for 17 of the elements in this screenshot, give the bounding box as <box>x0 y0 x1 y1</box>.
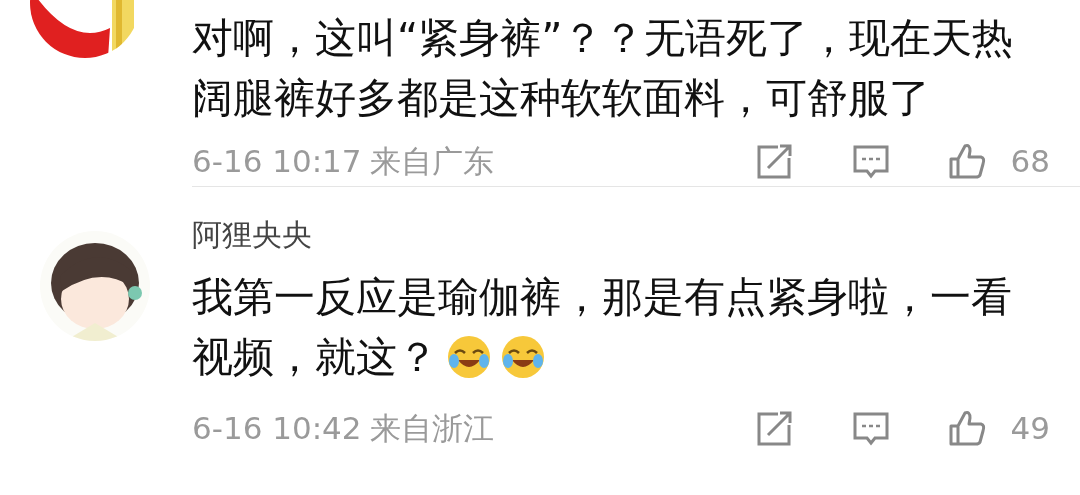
thumbs-up-icon[interactable] <box>948 409 986 447</box>
share-icon[interactable] <box>756 142 794 180</box>
laughing-emoji-icon <box>500 334 546 380</box>
comment-date: 6-16 10:17 <box>192 141 362 181</box>
like-count: 68 <box>1009 141 1050 181</box>
laughing-emoji-icon <box>446 334 492 380</box>
comment-text-line: 视频，就这？ <box>192 332 438 383</box>
share-icon[interactable] <box>756 409 794 447</box>
comment-date: 6-16 10:42 <box>192 408 362 448</box>
comment-location: 来自浙江 <box>369 408 494 448</box>
comment-location: 来自广东 <box>369 141 494 181</box>
comment-text-line: 阔腿裤好多都是这种软软面料，可舒服了 <box>192 73 930 124</box>
thumbs-up-icon[interactable] <box>948 142 986 180</box>
like-count: 49 <box>1009 408 1050 448</box>
username[interactable]: 阿狸央央 <box>192 213 1050 257</box>
comment-text-line: 我第一反应是瑜伽裤，那是有点紧身啦，一看 <box>192 272 1012 323</box>
comment-text-line: 对啊，这叫“紧身裤”？？无语死了，现在天热 <box>192 13 1014 64</box>
